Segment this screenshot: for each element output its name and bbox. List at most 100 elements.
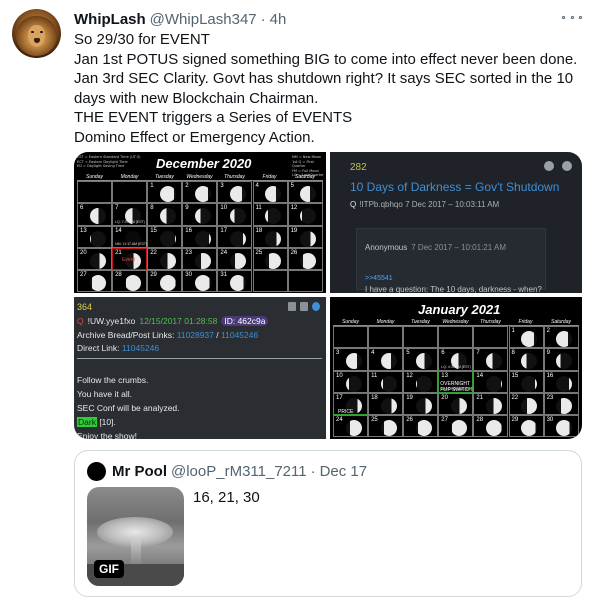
calendar-cell: 9	[543, 348, 579, 371]
reply-text: I have a question: The 10 days, darkness…	[365, 285, 542, 293]
moon-phase-icon	[159, 208, 176, 225]
gif-thumbnail[interactable]: GIF	[87, 487, 184, 586]
calendar-cell: 4	[368, 348, 404, 371]
day-number: 23	[546, 394, 554, 401]
post-meta: Q !ITPb.qbhqo 7 Dec 2017 – 10:03:11 AM	[350, 200, 500, 209]
calendar-cell: 18	[368, 392, 404, 416]
day-number: 18	[255, 227, 263, 234]
moon-phase-icon	[415, 398, 432, 415]
qpost-364-image[interactable]: 364 Q !UW.yye1fxo 12/15/2017 01:28:58 ID…	[74, 297, 326, 439]
day-number: 26	[406, 417, 413, 424]
moon-phase-icon	[265, 253, 282, 270]
timestamp[interactable]: 4h	[270, 11, 287, 28]
calendar-cell: 23	[543, 392, 579, 416]
tweet-line: THE EVENT triggers a Series of EVENTS	[74, 109, 353, 127]
day-number: 18	[371, 394, 378, 401]
calendar-cell: 20	[438, 392, 474, 416]
calendar-cell: 29	[147, 270, 183, 293]
moon-note: LQ: 7:37 PM (EST)	[115, 219, 145, 224]
day-number: 9	[546, 350, 550, 357]
post-number: 282	[350, 162, 367, 173]
moon-phase-icon	[521, 398, 538, 415]
day-number: 21	[115, 249, 122, 256]
moon-phase-icon	[194, 208, 211, 225]
post-title: 10 Days of Darkness = Gov't Shutdown	[350, 180, 560, 194]
calendar-cell: 5	[287, 181, 323, 204]
day-number: 21	[476, 394, 484, 401]
moon-phase-icon	[485, 420, 502, 437]
day-number: 12	[406, 372, 413, 379]
day-number: 12	[290, 205, 298, 212]
moon-phase-icon	[345, 375, 362, 392]
calendar-cell: 29	[508, 415, 544, 438]
calendar-cell: 24	[333, 415, 369, 438]
calendar-cell: 6	[77, 203, 113, 226]
moon-phase-icon	[194, 186, 211, 203]
calendar-cell: 9	[182, 203, 218, 226]
calendar-cell: 16	[182, 225, 218, 248]
calendar-cell: 2	[543, 326, 579, 349]
weekday-header: Sunday Monday Tuesday Wednesday Thursday…	[77, 174, 323, 181]
calendar-cell: 14 NM: 11:17 AM (EST)	[112, 225, 148, 248]
calendar-cell	[403, 326, 439, 349]
calendar-cell: 10	[333, 370, 369, 393]
moon-phase-icon	[229, 208, 246, 225]
moon-phase-icon	[556, 420, 573, 437]
qpost-darkness-image[interactable]: 282 10 Days of Darkness = Gov't Shutdown…	[330, 152, 582, 293]
calendar-month-title: December 2020	[156, 156, 252, 171]
day-number: 10	[220, 205, 228, 212]
lion-face	[28, 25, 45, 47]
moon-phase-icon	[89, 230, 106, 247]
calendar-cell	[473, 326, 509, 349]
calendar-cell: 28	[112, 270, 148, 293]
day-number: 4	[371, 350, 375, 357]
calendar-cell: 3	[333, 348, 369, 371]
day-number: 8	[150, 205, 154, 212]
calendar-month-title: January 2021	[418, 302, 501, 317]
calendar-cell: 10	[217, 203, 253, 226]
quoted-text: 16, 21, 30	[193, 489, 260, 506]
moon-phase-icon	[265, 230, 282, 247]
arrow-icon	[562, 161, 572, 171]
quoted-timestamp[interactable]: Dec 17	[320, 463, 368, 480]
moon-phase-icon	[521, 375, 538, 392]
december-calendar-image[interactable]: EST = Eastern Standard Time (UT-5) ECT =…	[74, 152, 326, 293]
quoted-tweet[interactable]: Mr Pool @looP_rM311_7211 · Dec 17 GIF 16…	[74, 450, 582, 597]
day-number: 5	[290, 183, 294, 189]
day-number: 20	[441, 394, 448, 401]
separator-dot: ·	[310, 463, 316, 480]
archive-links: Archive Bread/Post Links: 11028937 / 110…	[77, 330, 259, 340]
calendar-cell: 23	[182, 247, 218, 271]
moon-phase-icon	[229, 253, 246, 270]
moon-phase-icon	[159, 230, 176, 247]
tweet-text: So 29/30 for EVENT Jan 1st POTUS signed …	[74, 30, 584, 148]
day-number: 16	[185, 227, 192, 234]
day-number: 10	[336, 372, 343, 379]
moon-phase-icon	[265, 186, 282, 203]
calendar-cell: 13 OVERNIGHT FLIP SWITCH NM: 09:00 AM (EST…	[438, 370, 474, 393]
user-handle[interactable]: @WhipLash347	[150, 11, 257, 28]
day-number: 2	[185, 183, 189, 189]
display-name[interactable]: WhipLash	[74, 11, 146, 28]
quoted-display-name[interactable]: Mr Pool	[112, 463, 167, 480]
calendar-cell: 31	[217, 270, 253, 293]
quoted-handle[interactable]: @looP_rM311_7211	[171, 463, 307, 480]
moon-phase-icon	[194, 230, 211, 247]
day-number: 30	[546, 417, 554, 424]
day-number: 28	[476, 417, 484, 424]
day-number: 31	[220, 272, 228, 279]
day-number: 7	[476, 350, 480, 357]
moon-phase-icon	[229, 275, 246, 292]
day-number: 25	[371, 417, 378, 424]
day-number: 1	[511, 328, 515, 334]
calendar-cell: 25	[252, 247, 288, 271]
january-calendar-image[interactable]: January 2021 Sunday Monday Tuesday Wedne…	[330, 297, 582, 439]
moon-phase-icon	[485, 398, 502, 415]
day-number: 28	[115, 272, 122, 279]
moon-phase-icon	[380, 375, 397, 392]
day-number: 29	[511, 417, 519, 424]
avatar[interactable]	[12, 9, 61, 58]
tweet[interactable]: WhipLash @WhipLash347 · 4h So 29/30 for …	[0, 0, 593, 611]
quoted-avatar[interactable]	[87, 462, 106, 481]
more-horizontal-icon[interactable]	[562, 9, 582, 25]
